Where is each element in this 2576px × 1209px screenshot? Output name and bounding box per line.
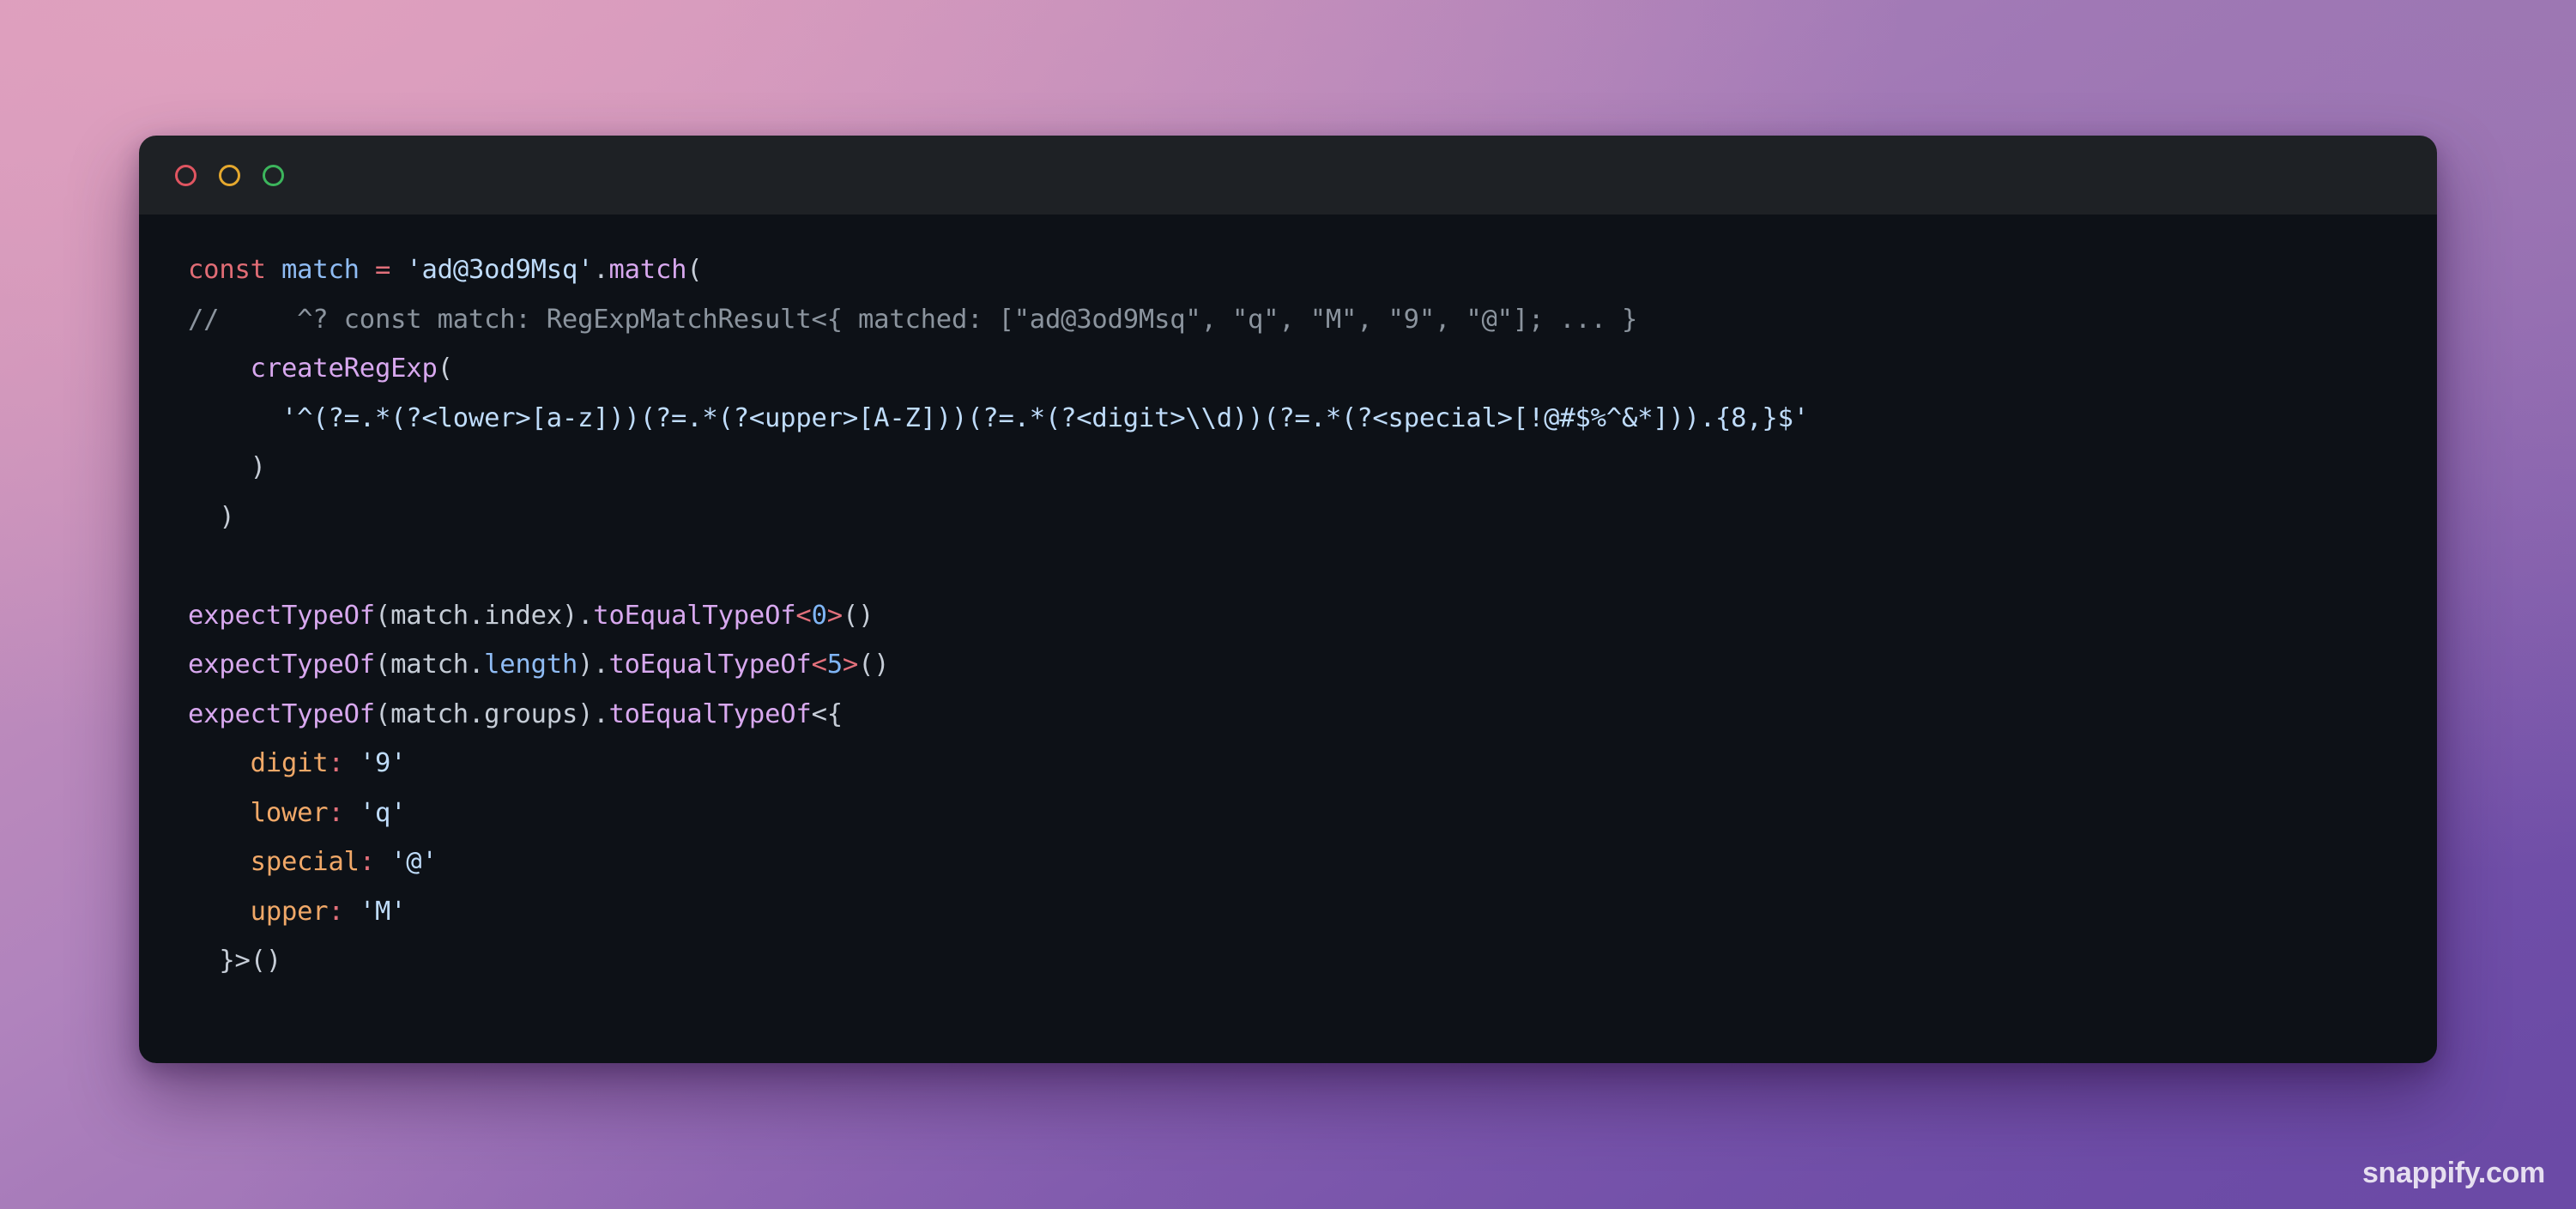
code-line: expectTypeOf(match.index).toEqualTypeOf<… [188, 601, 874, 631]
close-window-button[interactable] [175, 164, 197, 186]
code-token: <{ [811, 698, 844, 729]
code-token: expectTypeOf [188, 600, 375, 631]
maximize-window-button[interactable] [263, 164, 284, 186]
code-token: : [328, 748, 344, 778]
code-token: match [281, 255, 360, 285]
code-token: '9' [359, 748, 407, 778]
code-line: special: '@' [188, 847, 438, 877]
code-token: lower [250, 797, 329, 828]
code-token: : [328, 896, 344, 927]
code-token: : [359, 847, 375, 877]
code-token: . [468, 698, 485, 729]
code-token: . [468, 650, 485, 680]
code-token: : [328, 797, 344, 828]
code-token: > [826, 600, 843, 631]
window-titlebar [139, 136, 2437, 215]
code-token: 'ad@3od9Msq' [406, 255, 594, 285]
code-token: match [608, 255, 687, 285]
code-token: groups [484, 698, 578, 729]
code-token: 'M' [359, 896, 407, 927]
code-block: const match = 'ad@3od9Msq'.match( // ^? … [139, 245, 2437, 986]
code-token: upper [250, 896, 329, 927]
snappify-watermark: snappify.com [2361, 1157, 2545, 1189]
code-line: ) [188, 501, 235, 532]
code-token: . [593, 255, 609, 285]
code-token: }>() [188, 946, 281, 976]
code-token: toEqualTypeOf [593, 600, 796, 631]
code-token: digit [250, 748, 329, 778]
code-token: () [842, 600, 874, 631]
code-token: . [593, 650, 609, 680]
code-token: toEqualTypeOf [608, 650, 812, 680]
code-token: special [250, 847, 360, 877]
code-token: < [795, 600, 812, 631]
code-token: ( [374, 600, 391, 631]
code-token: index [484, 600, 562, 631]
code-line: expectTypeOf(match.groups).toEqualTypeOf… [188, 699, 843, 729]
code-line: }>() [188, 946, 281, 976]
code-token: . [593, 698, 609, 729]
code-token: match [390, 600, 469, 631]
code-token: ( [437, 354, 453, 384]
code-token: ) [577, 650, 594, 680]
code-token: 5 [826, 650, 843, 680]
code-line: digit: '9' [188, 748, 407, 778]
code-line: lower: 'q' [188, 797, 407, 828]
code-token: expectTypeOf [188, 698, 375, 729]
code-token: ( [374, 698, 391, 729]
window-traffic-lights [175, 164, 284, 186]
code-token: > [842, 650, 859, 680]
code-token: expectTypeOf [188, 650, 375, 680]
code-token: match [390, 650, 469, 680]
code-token: '@' [390, 847, 438, 877]
code-line: const match = 'ad@3od9Msq'.match( [188, 255, 703, 285]
code-token: ) [188, 452, 266, 482]
code-snippet-window: const match = 'ad@3od9Msq'.match( // ^? … [139, 136, 2437, 1063]
code-token: createRegExp [250, 354, 438, 384]
code-token: toEqualTypeOf [608, 698, 812, 729]
code-token: match [390, 698, 469, 729]
code-token: ) [561, 600, 578, 631]
code-token: = [375, 255, 391, 285]
code-line: expectTypeOf(match.length).toEqualTypeOf… [188, 650, 890, 680]
code-token: length [484, 650, 578, 680]
code-token: const [188, 255, 266, 285]
code-token: ( [374, 650, 391, 680]
code-token: // ^? const match: RegExpMatchResult<{ m… [188, 304, 1638, 335]
code-line: ) [188, 452, 266, 482]
code-token: . [577, 600, 594, 631]
code-token: ( [686, 255, 703, 285]
code-editor-area[interactable]: const match = 'ad@3od9Msq'.match( // ^? … [139, 215, 2437, 1063]
code-token: '^(?=.*(?<lower>[a-z]))(?=.*(?<upper>[A-… [281, 402, 1809, 433]
minimize-window-button[interactable] [219, 164, 240, 186]
code-token: () [858, 650, 890, 680]
code-token: < [811, 650, 827, 680]
code-line: upper: 'M' [188, 896, 407, 927]
code-token: . [468, 600, 485, 631]
code-token: ) [577, 698, 594, 729]
code-token: 0 [811, 600, 827, 631]
code-line: // ^? const match: RegExpMatchResult<{ m… [188, 305, 1637, 335]
code-line: '^(?=.*(?<lower>[a-z]))(?=.*(?<upper>[A-… [188, 403, 1809, 433]
code-token: ) [188, 501, 235, 532]
code-token: 'q' [359, 797, 407, 828]
code-line: createRegExp( [188, 354, 453, 384]
